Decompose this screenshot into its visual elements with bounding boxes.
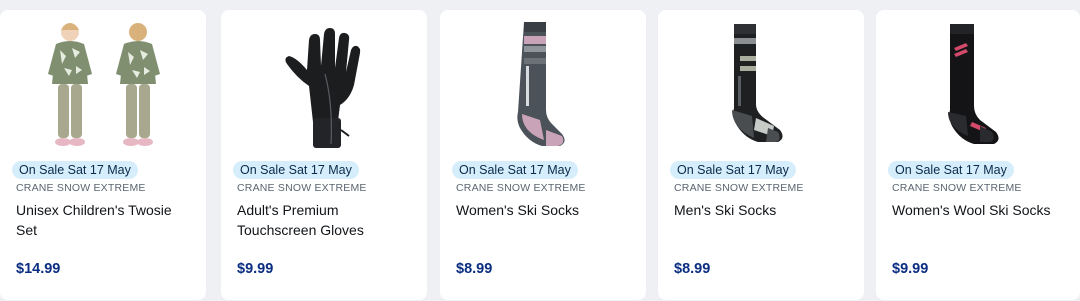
on-sale-badge: On Sale Sat 17 May	[233, 161, 359, 179]
product-brand: CRANE SNOW EXTREME	[892, 182, 1022, 194]
on-sale-badge: On Sale Sat 17 May	[888, 161, 1014, 179]
product-brand: CRANE SNOW EXTREME	[237, 182, 367, 194]
on-sale-badge: On Sale Sat 17 May	[670, 161, 796, 179]
product-price: $14.99	[16, 261, 61, 277]
product-name[interactable]: Women's Ski Socks	[456, 200, 636, 220]
product-price: $9.99	[237, 261, 274, 277]
mens-ski-sock-image	[732, 24, 783, 142]
product-price: $8.99	[674, 261, 711, 277]
product-brand: CRANE SNOW EXTREME	[674, 182, 804, 194]
product-image-womens-ski-socks[interactable]	[440, 10, 646, 160]
product-card[interactable]: On Sale Sat 17 May CRANE SNOW EXTREME Un…	[0, 10, 206, 300]
womens-wool-ski-sock-image	[948, 24, 999, 144]
product-image-mens-ski-socks[interactable]	[658, 10, 864, 160]
product-price: $9.99	[892, 261, 929, 277]
product-card[interactable]: On Sale Sat 17 May CRANE SNOW EXTREME Me…	[658, 10, 864, 300]
product-name[interactable]: Adult's Premium Touchscreen Gloves	[237, 200, 417, 240]
product-image-womens-wool-ski-socks[interactable]	[876, 10, 1080, 160]
product-brand: CRANE SNOW EXTREME	[16, 182, 146, 194]
product-name[interactable]: Women's Wool Ski Socks	[892, 200, 1070, 220]
product-brand: CRANE SNOW EXTREME	[456, 182, 586, 194]
on-sale-badge: On Sale Sat 17 May	[12, 161, 138, 179]
kids-twosie-set-image	[48, 23, 160, 146]
product-card[interactable]: On Sale Sat 17 May CRANE SNOW EXTREME Wo…	[440, 10, 646, 300]
product-image-gloves[interactable]	[221, 10, 427, 160]
product-image-kids-twosie[interactable]	[0, 10, 206, 160]
product-carousel: On Sale Sat 17 May CRANE SNOW EXTREME Un…	[0, 0, 1080, 301]
product-card[interactable]: On Sale Sat 17 May CRANE SNOW EXTREME Ad…	[221, 10, 427, 300]
on-sale-badge: On Sale Sat 17 May	[452, 161, 578, 179]
product-name[interactable]: Men's Ski Socks	[674, 200, 854, 220]
touchscreen-glove-image	[285, 28, 361, 148]
product-name[interactable]: Unisex Children's Twosie Set	[16, 200, 196, 240]
womens-ski-sock-image	[517, 22, 565, 146]
product-card[interactable]: On Sale Sat 17 May CRANE SNOW EXTREME Wo…	[876, 10, 1080, 300]
product-price: $8.99	[456, 261, 493, 277]
